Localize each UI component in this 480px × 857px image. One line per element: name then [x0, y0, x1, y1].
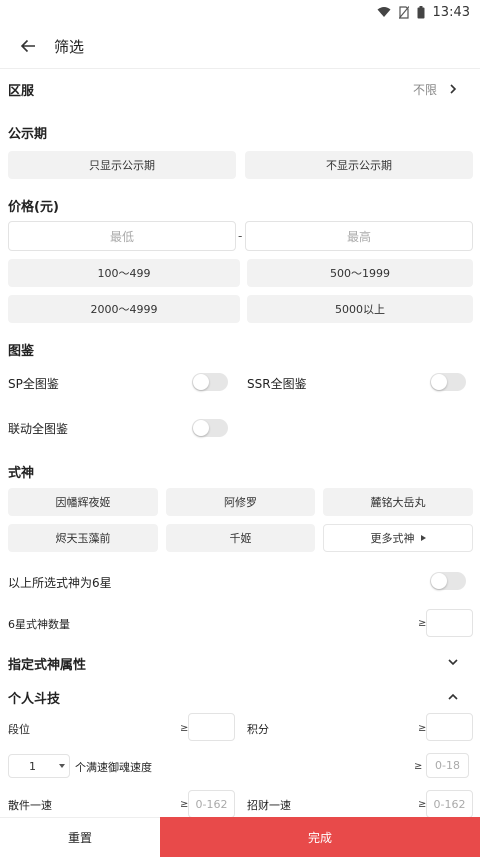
sp-catalog-label: SP全图鉴 — [8, 377, 59, 391]
shikigami-title: 式神 — [8, 466, 35, 481]
price-range-chip[interactable]: 100～499 — [8, 259, 240, 287]
rank-label: 段位 — [8, 723, 30, 736]
announcement-exclude-chip[interactable]: 不显示公示期 — [245, 151, 473, 179]
filter-content: 区服 不限 公示期 只显示公示期 不显示公示期 价格(元) 最低 - 最高 10… — [0, 69, 480, 817]
price-range-chip[interactable]: 2000～4999 — [8, 295, 240, 323]
catalog-title: 图鉴 — [8, 344, 35, 359]
collab-catalog-toggle[interactable] — [192, 419, 228, 437]
six-star-count-input[interactable] — [426, 609, 473, 637]
shikigami-chip[interactable]: 烬天玉藻前 — [8, 524, 158, 552]
shikigami-chip[interactable]: 因幡辉夜姬 — [8, 488, 158, 516]
server-value[interactable]: 不限 — [413, 81, 437, 98]
done-button[interactable]: 完成 — [160, 817, 480, 857]
price-min-input[interactable]: 最低 — [8, 221, 236, 251]
speed-ge: ≥ — [414, 761, 423, 772]
price-separator: - — [238, 229, 243, 243]
no-sim-icon — [398, 5, 409, 19]
attributes-chevron-down-icon[interactable] — [445, 654, 461, 670]
attributes-title: 指定式神属性 — [8, 658, 87, 673]
collab-catalog-label: 联动全图鉴 — [8, 422, 69, 436]
price-max-input[interactable]: 最高 — [245, 221, 473, 251]
page-title: 筛选 — [54, 37, 85, 56]
bottom-action-bar: 重置 完成 — [0, 817, 480, 857]
status-bar: 13:43 — [0, 0, 480, 24]
speed-count-select[interactable]: 1 — [8, 754, 70, 778]
shikigami-chip[interactable]: 千姬 — [166, 524, 315, 552]
back-button[interactable] — [16, 34, 40, 58]
sp-catalog-toggle[interactable] — [192, 373, 228, 391]
announcement-title: 公示期 — [8, 127, 48, 142]
fortune-speed-label: 招财一速 — [247, 799, 291, 812]
scatter-speed-label: 散件一速 — [8, 799, 52, 812]
speed-count-value: 1 — [29, 759, 36, 773]
points-input[interactable] — [426, 713, 473, 741]
price-range-chip[interactable]: 5000以上 — [247, 295, 473, 323]
pvp-chevron-up-icon[interactable] — [445, 688, 461, 704]
points-label: 积分 — [247, 723, 269, 736]
dropdown-caret-icon — [59, 764, 65, 768]
speed-input[interactable]: 0-18 — [426, 753, 469, 778]
arrow-left-icon — [20, 39, 35, 53]
reset-button[interactable]: 重置 — [0, 817, 160, 857]
shikigami-chip[interactable]: 阿修罗 — [166, 488, 315, 516]
caret-right-icon — [420, 535, 426, 541]
status-time: 13:43 — [432, 4, 470, 20]
app-bar: 筛选 — [0, 24, 480, 69]
speed-label: 个满速御魂速度 — [75, 761, 152, 774]
rank-input[interactable] — [188, 713, 235, 741]
ssr-catalog-toggle[interactable] — [430, 373, 466, 391]
announcement-only-chip[interactable]: 只显示公示期 — [8, 151, 236, 179]
six-star-count-label: 6星式神数量 — [8, 618, 70, 631]
more-shikigami-label: 更多式神 — [370, 532, 415, 545]
pvp-title: 个人斗技 — [8, 692, 61, 707]
six-star-label: 以上所选式神为6星 — [8, 576, 112, 590]
price-range-chip[interactable]: 500～1999 — [247, 259, 473, 287]
more-shikigami-button[interactable]: 更多式神 — [323, 524, 473, 552]
server-chevron-right-icon[interactable] — [445, 81, 461, 97]
shikigami-chip[interactable]: 麓铭大岳丸 — [323, 488, 473, 516]
price-title: 价格(元) — [8, 200, 59, 215]
battery-icon — [417, 5, 425, 18]
wifi-icon — [377, 7, 391, 17]
ssr-catalog-label: SSR全图鉴 — [247, 377, 307, 391]
six-star-toggle[interactable] — [430, 572, 466, 590]
fortune-speed-input[interactable]: 0-162 — [426, 790, 473, 817]
scatter-speed-input[interactable]: 0-162 — [188, 790, 235, 817]
server-title: 区服 — [8, 84, 35, 99]
